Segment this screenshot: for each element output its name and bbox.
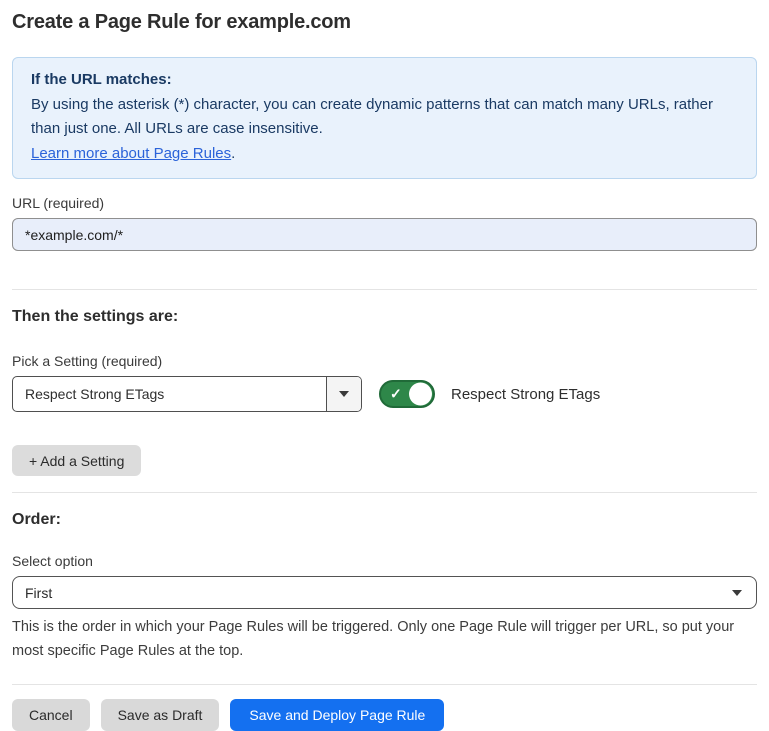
order-select[interactable]: First: [12, 576, 757, 609]
check-icon: ✓: [390, 386, 402, 400]
chevron-down-icon: [339, 391, 349, 397]
info-box-heading: If the URL matches:: [31, 68, 738, 93]
divider: [12, 684, 757, 685]
link-suffix: .: [231, 145, 235, 162]
save-and-deploy-button[interactable]: Save and Deploy Page Rule: [230, 699, 444, 731]
setting-select-arrow-button[interactable]: [326, 377, 361, 411]
setting-select[interactable]: Respect Strong ETags: [12, 376, 362, 412]
cancel-button[interactable]: Cancel: [12, 699, 90, 731]
etags-toggle[interactable]: ✓: [379, 380, 435, 408]
toggle-label: Respect Strong ETags: [451, 386, 600, 403]
toggle-knob: [409, 383, 432, 406]
setting-select-value: Respect Strong ETags: [13, 377, 326, 411]
settings-heading: Then the settings are:: [12, 308, 757, 326]
pick-setting-label: Pick a Setting (required): [12, 353, 757, 369]
order-select-value: First: [25, 585, 52, 601]
learn-more-link[interactable]: Learn more about Page Rules: [31, 145, 231, 162]
url-input[interactable]: [12, 218, 757, 251]
add-setting-button[interactable]: + Add a Setting: [12, 445, 141, 476]
form-actions: Cancel Save as Draft Save and Deploy Pag…: [12, 699, 757, 731]
chevron-down-icon: [732, 590, 742, 596]
divider: [12, 289, 757, 290]
page-title: Create a Page Rule for example.com: [12, 11, 757, 34]
url-match-info-box: If the URL matches: By using the asteris…: [12, 57, 757, 179]
divider: [12, 492, 757, 493]
info-box-link-line: Learn more about Page Rules.: [31, 142, 738, 167]
order-heading: Order:: [12, 511, 757, 529]
page-rule-form: Create a Page Rule for example.com If th…: [0, 0, 769, 731]
url-label: URL (required): [12, 195, 757, 211]
save-as-draft-button[interactable]: Save as Draft: [101, 699, 220, 731]
select-option-label: Select option: [12, 553, 757, 569]
setting-row: Respect Strong ETags ✓ Respect Strong ET…: [12, 376, 757, 412]
info-box-body: By using the asterisk (*) character, you…: [31, 93, 738, 142]
order-help-text: This is the order in which your Page Rul…: [12, 615, 757, 663]
